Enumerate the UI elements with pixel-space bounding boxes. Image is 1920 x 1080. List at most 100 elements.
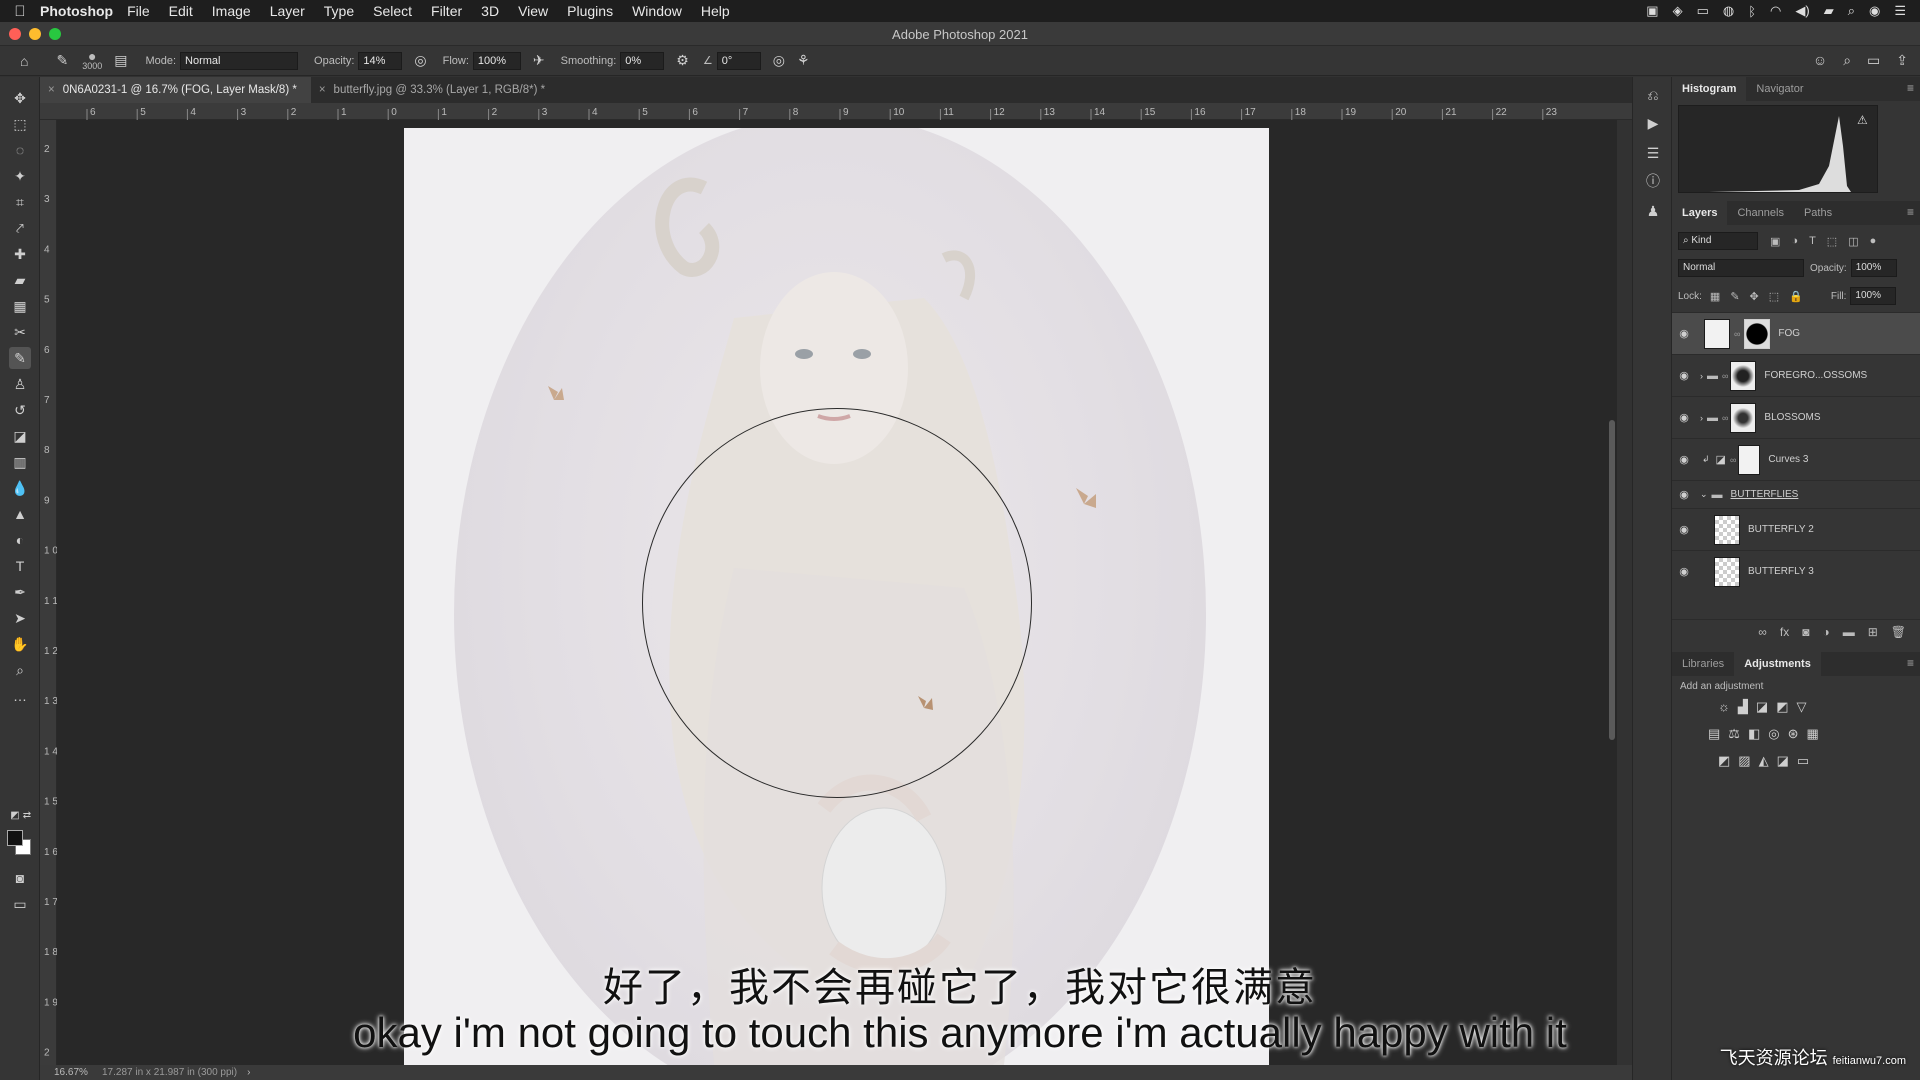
visibility-eye-icon[interactable]: ◉ (1672, 565, 1696, 578)
brush-tool-icon[interactable]: ✎ (9, 347, 31, 369)
move-tool-icon[interactable]: ✥ (9, 87, 31, 109)
blend-mode-select[interactable]: Normal (1678, 259, 1804, 277)
visibility-eye-icon[interactable]: ◉ (1672, 523, 1696, 536)
apple-icon[interactable]:  (0, 3, 40, 20)
posterize-icon[interactable]: ▨ (1738, 753, 1750, 769)
path-selection-tool-icon[interactable]: ➤ (9, 607, 31, 629)
mask-link-icon[interactable]: ∞ (1722, 371, 1728, 381)
menu-filter[interactable]: Filter (431, 3, 462, 19)
lasso-tool-icon[interactable]: ◌ (9, 139, 31, 161)
type-tool-icon[interactable]: T (9, 555, 31, 577)
exposure-icon[interactable]: ◩ (1776, 699, 1788, 715)
fx-icon[interactable]: fx (1780, 625, 1789, 639)
clone-stamp-tool-icon[interactable]: ♙ (9, 373, 31, 395)
magic-wand-tool-icon[interactable]: ✦ (9, 165, 31, 187)
dropbox-icon[interactable]: ◈ (1673, 3, 1683, 19)
smart-object-filter-icon[interactable]: ◫ (1848, 235, 1858, 248)
collapse-chevron-icon[interactable]: ⌄ (1700, 489, 1708, 500)
crop-tool-icon[interactable]: ⌗ (9, 191, 31, 213)
pressure-opacity-icon[interactable]: ◎ (414, 52, 426, 69)
quick-mask-icon[interactable]: ◙ (9, 867, 31, 889)
spotlight-search-icon[interactable]: ⌕ (1848, 3, 1855, 19)
symmetry-icon[interactable]: ⚘ (797, 52, 810, 69)
visibility-eye-icon[interactable]: ◉ (1672, 488, 1696, 501)
channel-mixer-icon[interactable]: ⊛ (1788, 726, 1799, 742)
fill-input[interactable]: 100% (1850, 287, 1897, 305)
wifi-icon[interactable]: ◠ (1770, 3, 1781, 19)
menu-3d[interactable]: 3D (481, 3, 499, 19)
lock-position-icon[interactable]: ✥ (1750, 290, 1759, 303)
blur-tool-icon[interactable]: 💧 (9, 477, 31, 499)
black-white-icon[interactable]: ◧ (1748, 726, 1760, 742)
menu-window[interactable]: Window (632, 3, 682, 19)
volume-icon[interactable]: ◀) (1795, 3, 1809, 19)
sync-icon[interactable]: ◍ (1723, 3, 1734, 19)
opacity-input[interactable]: 14% (358, 51, 403, 70)
tab-histogram[interactable]: Histogram (1672, 77, 1747, 101)
kind-filter-select[interactable]: ⌕ Kind (1678, 232, 1758, 250)
vibrance-icon[interactable]: ▽ (1797, 699, 1807, 715)
history-panel-icon[interactable]: ⎌ (1643, 85, 1663, 105)
hue-saturation-icon[interactable]: ▤ (1708, 726, 1720, 742)
pen-tool-icon[interactable]: ✒ (9, 581, 31, 603)
gradient-map-icon[interactable]: ▭ (1797, 753, 1809, 769)
angle-input[interactable]: 0° (716, 51, 761, 70)
bluetooth-icon[interactable]: ᛒ (1748, 4, 1756, 19)
menu-help[interactable]: Help (701, 3, 730, 19)
document-canvas[interactable] (404, 128, 1269, 1065)
tab-channels[interactable]: Channels (1727, 201, 1793, 225)
brush-tool-preset-icon[interactable]: ✎ (56, 52, 68, 69)
menu-file[interactable]: File (127, 3, 150, 19)
color-balance-icon[interactable]: ⚖ (1728, 726, 1740, 742)
screen-mode-icon[interactable]: ▭ (9, 893, 31, 915)
tab-adjustments[interactable]: Adjustments (1734, 652, 1821, 676)
layer-row-curves-3[interactable]: ◉ ↲ ◪ ∞ Curves 3 (1672, 438, 1920, 480)
expand-chevron-icon[interactable]: › (1700, 413, 1703, 423)
tab-butterfly[interactable]: × butterfly.jpg @ 33.3% (Layer 1, RGB/8*… (311, 77, 559, 103)
stamp-tool-icon[interactable]: ▦ (9, 295, 31, 317)
panel-menu-icon[interactable]: ≡ (1907, 656, 1914, 670)
layer-mask-thumbnail[interactable] (1744, 318, 1771, 349)
lock-transparent-icon[interactable]: ▦ (1710, 290, 1720, 303)
sharpen-tool-icon[interactable]: ▲ (9, 503, 31, 525)
new-adjustment-icon[interactable]: ◑ (1822, 625, 1829, 639)
visibility-eye-icon[interactable]: ◉ (1672, 327, 1696, 340)
canvas-area[interactable] (57, 120, 1617, 1065)
tab-navigator[interactable]: Navigator (1746, 77, 1813, 101)
chevron-right-icon[interactable]: › (247, 1067, 250, 1078)
home-icon[interactable]: ⌂ (20, 53, 28, 69)
foreground-color-swatch[interactable] (7, 830, 23, 846)
layer-row-butterfly-3[interactable]: ◉ BUTTERFLY 3 (1672, 550, 1920, 592)
battery-icon[interactable]: ▰ (1824, 3, 1834, 19)
zoom-tool-icon[interactable]: ⌕ (9, 659, 31, 681)
layer-row-blossoms[interactable]: ◉ › ▬ ∞ BLOSSOMS (1672, 396, 1920, 438)
photo-filter-icon[interactable]: ◎ (1768, 726, 1779, 742)
mask-link-icon[interactable]: ∞ (1722, 413, 1728, 423)
lock-all-icon[interactable]: 🔒 (1789, 290, 1803, 303)
display-icon[interactable]: ▭ (1697, 3, 1709, 19)
layer-mask-thumbnail[interactable] (1738, 444, 1761, 475)
menu-edit[interactable]: Edit (169, 3, 193, 19)
menu-image[interactable]: Image (212, 3, 251, 19)
mask-link-icon[interactable]: ∞ (1734, 329, 1740, 339)
actions-panel-icon[interactable]: ▶ (1643, 113, 1663, 133)
more-tools-icon[interactable]: … (9, 685, 31, 707)
layer-mask-thumbnail[interactable] (1730, 402, 1757, 433)
menu-type[interactable]: Type (324, 3, 354, 19)
control-center-icon[interactable]: ☰ (1894, 3, 1906, 19)
new-layer-icon[interactable]: ⊞ (1868, 625, 1878, 639)
threshold-icon[interactable]: ◭ (1759, 753, 1769, 769)
brightness-icon[interactable]: ☼ (1718, 699, 1730, 715)
dodge-tool-icon[interactable]: ◐ (9, 529, 31, 551)
link-layers-icon[interactable]: ∞ (1758, 625, 1767, 639)
tab-0n6a0231[interactable]: × 0N6A0231-1 @ 16.7% (FOG, Layer Mask/8)… (40, 77, 311, 103)
menu-layer[interactable]: Layer (270, 3, 305, 19)
delete-layer-icon[interactable]: 🗑 (1891, 625, 1906, 639)
share-user-icon[interactable]: ☺ (1813, 52, 1827, 69)
workspace-icon[interactable]: ▭ (1867, 52, 1880, 69)
expand-chevron-icon[interactable]: › (1700, 371, 1703, 381)
layer-row-butterflies-group[interactable]: ◉ ⌄ ▬ BUTTERFLIES (1672, 480, 1920, 508)
gradient-tool-icon[interactable]: ▥ (9, 451, 31, 473)
zoom-level[interactable]: 16.67% (40, 1067, 92, 1078)
document-size-info[interactable]: 17.287 in x 21.987 in (300 ppi) (92, 1067, 237, 1078)
